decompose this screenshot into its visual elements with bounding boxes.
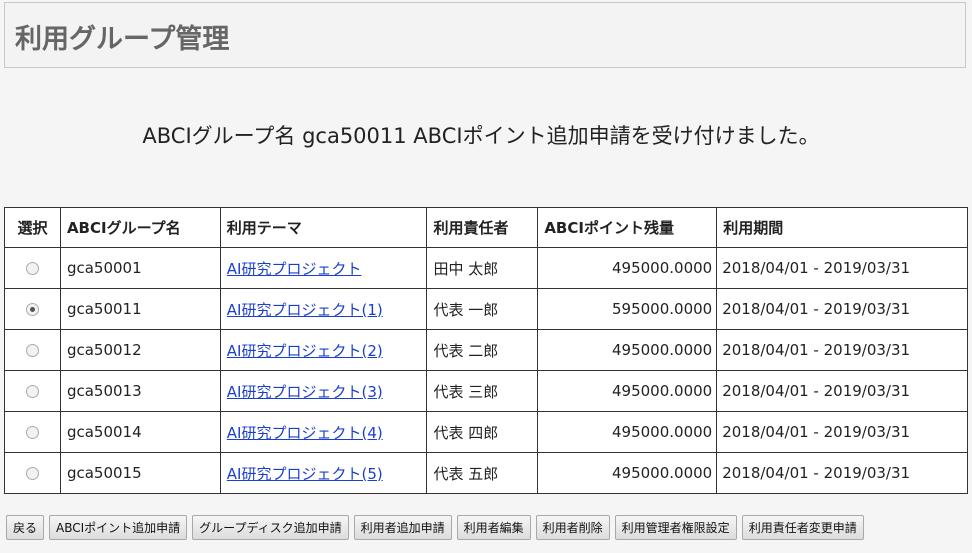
theme-link[interactable]: AI研究プロジェクト(4) [227,424,383,442]
group-name-cell: gca50012 [59,329,221,371]
points-cell: 595000.0000 [537,288,718,330]
owner-cell: 代表 四郎 [426,411,539,453]
theme-link[interactable]: AI研究プロジェクト(3) [227,383,383,401]
row-select-radio[interactable] [25,385,39,398]
group-name-cell: gca50011 [59,288,221,330]
theme-link[interactable]: AI研究プロジェクト(1) [227,301,383,319]
row-select-cell [4,370,61,412]
back-button[interactable]: 戻る [6,515,45,540]
row-select-cell [4,288,61,330]
points-cell: 495000.0000 [537,452,718,494]
theme-cell: AI研究プロジェクト [219,247,428,289]
action-button-bar: 戻る ABCIポイント追加申請 グループディスク追加申請 利用者追加申請 利用者… [6,515,864,541]
theme-cell: AI研究プロジェクト(1) [219,288,428,330]
owner-cell: 田中 太郎 [426,247,539,289]
theme-link[interactable]: AI研究プロジェクト(2) [227,342,383,360]
period-cell: 2018/04/01 - 2019/03/31 [716,288,968,330]
table-row: gca50014 AI研究プロジェクト(4) 代表 四郎 495000.0000 201… [4,411,968,453]
edit-user-button[interactable]: 利用者編集 [456,515,531,540]
add-group-disk-request-button[interactable]: グループディスク追加申請 [192,515,349,540]
theme-link[interactable]: AI研究プロジェクト [227,260,362,278]
owner-cell: 代表 一郎 [426,288,539,330]
period-cell: 2018/04/01 - 2019/03/31 [716,247,968,289]
period-cell: 2018/04/01 - 2019/03/31 [716,329,968,371]
theme-cell: AI研究プロジェクト(5) [219,452,428,494]
column-header-period: 利用期間 [716,207,968,248]
table-row: gca50013 AI研究プロジェクト(3) 代表 三郎 495000.0000 201… [4,370,968,412]
row-select-radio[interactable] [25,303,39,316]
owner-cell: 代表 二郎 [426,329,539,371]
table-row: gca50011 AI研究プロジェクト(1) 代表 一郎 595000.0000 201… [4,288,968,330]
row-select-radio[interactable] [25,344,39,357]
admin-rights-setting-button[interactable]: 利用管理者権限設定 [614,515,737,540]
column-header-group: ABCIグループ名 [59,207,221,248]
points-cell: 495000.0000 [537,329,718,371]
group-name-cell: gca50013 [59,370,221,412]
theme-cell: AI研究プロジェクト(2) [219,329,428,371]
page-header: 利用グループ管理 [4,2,966,68]
points-cell: 495000.0000 [537,411,718,453]
page-title: 利用グループ管理 [15,24,230,55]
period-cell: 2018/04/01 - 2019/03/31 [716,411,968,453]
table-header-row: 選択 ABCIグループ名 利用テーマ 利用責任者 ABCIポイント残量 利用期間 [4,207,968,248]
row-select-cell [4,452,61,494]
owner-cell: 代表 五郎 [426,452,539,494]
add-user-request-button[interactable]: 利用者追加申請 [353,515,452,540]
owner-cell: 代表 三郎 [426,370,539,412]
row-select-radio[interactable] [25,467,39,480]
theme-cell: AI研究プロジェクト(4) [219,411,428,453]
group-table: 選択 ABCIグループ名 利用テーマ 利用責任者 ABCIポイント残量 利用期間… [4,207,968,494]
table-row: gca50015 AI研究プロジェクト(5) 代表 五郎 495000.0000 201… [4,452,968,494]
row-select-radio[interactable] [25,262,39,275]
delete-user-button[interactable]: 利用者削除 [535,515,610,540]
column-header-select: 選択 [4,207,61,248]
change-owner-request-button[interactable]: 利用責任者変更申請 [741,515,864,540]
row-select-cell [4,411,61,453]
table-row: gca50001 AI研究プロジェクト 田中 太郎 495000.0000 2018/0… [4,247,968,289]
group-name-cell: gca50001 [59,247,221,289]
group-name-cell: gca50015 [59,452,221,494]
period-cell: 2018/04/01 - 2019/03/31 [716,452,968,494]
column-header-owner: 利用責任者 [426,207,539,248]
confirmation-message: ABCIグループ名 gca50011 ABCIポイント追加申請を受け付けました。 [142,124,820,148]
points-cell: 495000.0000 [537,247,718,289]
row-select-radio[interactable] [25,426,39,439]
theme-link[interactable]: AI研究プロジェクト(5) [227,465,383,483]
group-name-cell: gca50014 [59,411,221,453]
points-cell: 495000.0000 [537,370,718,412]
row-select-cell [4,247,61,289]
column-header-theme: 利用テーマ [219,207,428,248]
add-points-request-button[interactable]: ABCIポイント追加申請 [49,515,188,540]
period-cell: 2018/04/01 - 2019/03/31 [716,370,968,412]
row-select-cell [4,329,61,371]
theme-cell: AI研究プロジェクト(3) [219,370,428,412]
table-row: gca50012 AI研究プロジェクト(2) 代表 二郎 495000.0000 201… [4,329,968,371]
column-header-points: ABCIポイント残量 [537,207,718,248]
